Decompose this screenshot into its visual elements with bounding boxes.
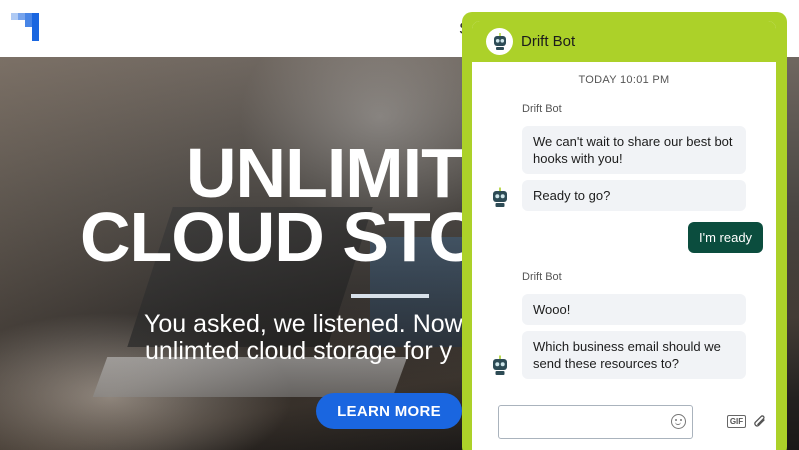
gif-icon[interactable]: GIF	[727, 415, 746, 428]
bot-message: Which business email should we send thes…	[522, 331, 746, 379]
chat-widget: Drift Bot TODAY 10:01 PM Drift Bot We ca…	[472, 21, 776, 450]
hero-subline-line1: You asked, we listened. Now	[144, 310, 463, 338]
emoji-icon[interactable]	[671, 414, 686, 429]
chat-title: Drift Bot	[521, 33, 576, 50]
bot-avatar-icon	[486, 28, 513, 55]
bot-avatar-icon	[489, 186, 511, 210]
message-sender: Drift Bot	[522, 103, 562, 115]
user-message: I'm ready	[688, 222, 764, 253]
attachment-icon[interactable]	[753, 414, 767, 429]
hero-divider	[351, 294, 429, 298]
bot-message: Ready to go?	[522, 180, 746, 211]
bot-message: We can't wait to share our best bot hook…	[522, 126, 746, 174]
bot-avatar-icon	[489, 354, 511, 378]
message-sender: Drift Bot	[522, 271, 562, 283]
chat-messages: TODAY 10:01 PM Drift Bot We can't wait t…	[472, 62, 776, 380]
learn-more-button[interactable]: LEARN MORE	[316, 393, 462, 429]
message-input[interactable]	[498, 405, 693, 439]
logo-icon[interactable]	[11, 13, 41, 43]
hero-subline-line2: unlimted cloud storage for y	[145, 337, 453, 365]
message-timestamp: TODAY 10:01 PM	[578, 74, 670, 86]
chat-header: Drift Bot	[472, 21, 776, 62]
bot-message: Wooo!	[522, 294, 746, 325]
